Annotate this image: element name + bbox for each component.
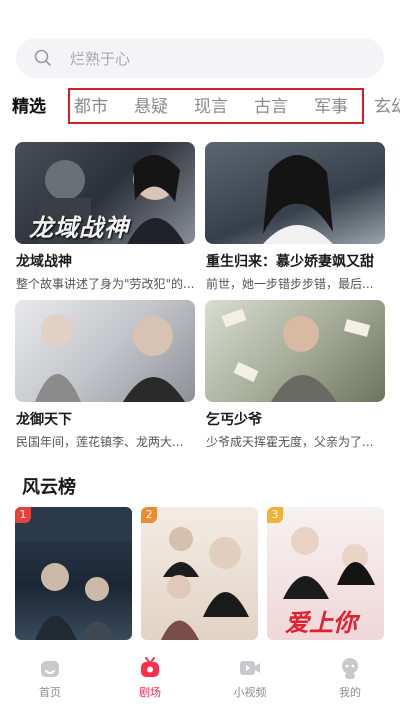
drama-title: 重生归来：慕少娇妻飒又甜 bbox=[206, 254, 374, 270]
rank-badge: 1 bbox=[15, 507, 31, 523]
drama-card[interactable]: 乞丐少爷 少爷成天挥霍无度，父亲为了... bbox=[205, 300, 385, 449]
tab-xuanhuan[interactable]: 玄幻 bbox=[374, 92, 400, 117]
bottom-tab-bar: 首页 剧场 小视频 我的 bbox=[0, 648, 400, 712]
tabbar-label: 首页 bbox=[39, 686, 61, 699]
drama-title: 龙域战神 bbox=[16, 254, 72, 270]
section-title: 风云榜 bbox=[22, 477, 76, 498]
drama-description: 整个故事讲述了身为"劳改犯"的... bbox=[16, 277, 195, 291]
rank-card[interactable]: 1 bbox=[15, 507, 132, 640]
drama-card[interactable]: 龙御天下 民国年间，莲花镇李、龙两大... bbox=[15, 300, 195, 449]
tabbar-label: 我的 bbox=[339, 686, 361, 699]
drama-thumbnail: 龙域战神 bbox=[15, 142, 195, 244]
rank-card[interactable]: 爱上你 3 bbox=[267, 507, 384, 640]
home-icon bbox=[38, 656, 62, 680]
tab-guyan[interactable]: 古言 bbox=[254, 92, 288, 117]
tabbar-item-home[interactable]: 首页 bbox=[0, 648, 100, 712]
search-placeholder: 烂熟于心 bbox=[70, 49, 131, 68]
tab-xuanyi[interactable]: 悬疑 bbox=[134, 92, 168, 117]
theater-icon bbox=[138, 656, 162, 680]
tab-xianyan[interactable]: 现言 bbox=[194, 92, 228, 117]
tabbar-item-profile[interactable]: 我的 bbox=[300, 648, 400, 712]
drama-title: 龙御天下 bbox=[16, 412, 72, 428]
drama-description: 民国年间，莲花镇李、龙两大... bbox=[16, 435, 184, 449]
tabbar-label: 小视频 bbox=[233, 686, 267, 699]
tabbar-item-theater[interactable]: 剧场 bbox=[100, 648, 200, 712]
tab-dushi[interactable]: 都市 bbox=[74, 92, 108, 117]
search-icon bbox=[34, 49, 52, 67]
profile-icon bbox=[338, 656, 362, 680]
drama-title: 乞丐少爷 bbox=[206, 412, 262, 428]
drama-thumbnail bbox=[205, 142, 385, 244]
search-bar[interactable]: 烂熟于心 bbox=[16, 38, 384, 78]
drama-description: 少爷成天挥霍无度，父亲为了... bbox=[206, 435, 374, 449]
rank-card[interactable]: 2 bbox=[141, 507, 258, 640]
thumbnail-overlay-text: 龙域战神 bbox=[29, 214, 129, 242]
drama-card[interactable]: 重生归来：慕少娇妻飒又甜 前世，她一步错步步错，最后... bbox=[205, 142, 385, 291]
tabbar-label: 剧场 bbox=[139, 686, 161, 699]
drama-thumbnail bbox=[205, 300, 385, 402]
drama-description: 前世，她一步错步步错，最后... bbox=[206, 277, 374, 291]
rank-badge: 3 bbox=[267, 507, 283, 523]
rank-badge: 2 bbox=[141, 507, 157, 523]
tab-selected[interactable]: 精选 bbox=[12, 92, 46, 117]
drama-card[interactable]: 龙域战神 龙域战神 整个故事讲述了身为"劳改犯"的... bbox=[15, 142, 195, 291]
category-tabs: 精选 都市 悬疑 现言 古言 军事 玄幻 bbox=[0, 88, 400, 124]
video-icon bbox=[238, 656, 262, 680]
tabbar-item-video[interactable]: 小视频 bbox=[200, 648, 300, 712]
tab-junshi[interactable]: 军事 bbox=[314, 92, 348, 117]
drama-thumbnail bbox=[15, 300, 195, 402]
thumbnail-overlay-text: 爱上你 bbox=[285, 609, 357, 637]
